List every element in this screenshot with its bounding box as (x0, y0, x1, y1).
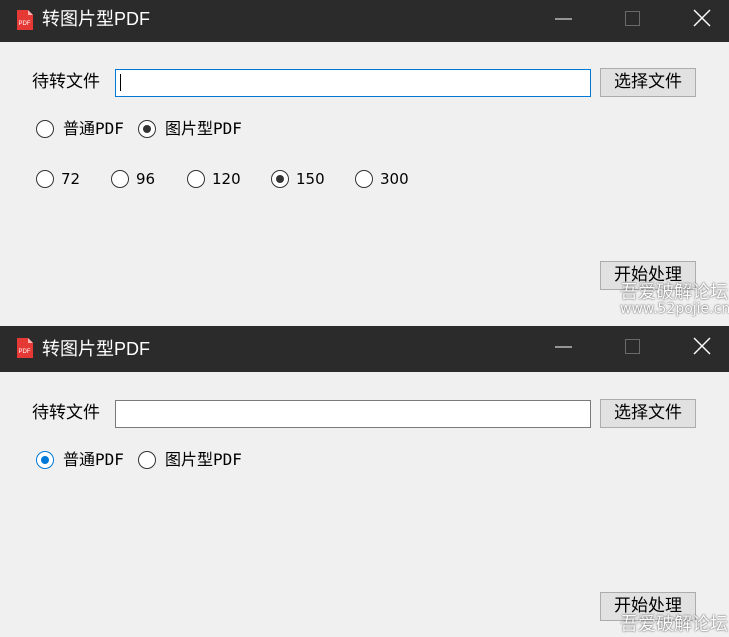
radio-label: 图片型PDF (165, 450, 242, 469)
svg-text:PDF: PDF (19, 349, 31, 355)
minimize-button[interactable] (534, 326, 594, 372)
radio-circle (36, 120, 54, 138)
maximize-icon (625, 11, 640, 26)
title-bar[interactable]: PDF 转图片型PDF (0, 0, 729, 42)
pdf-file-icon: PDF (17, 338, 33, 358)
app-window-image-mode: PDF 转图片型PDF 待转文件 选择文件 普通PDF 图片型PDF 72 96… (0, 0, 729, 326)
radio-label: 150 (296, 170, 325, 188)
close-button[interactable] (672, 326, 729, 372)
radio-dot (41, 456, 49, 464)
watermark-title: 吾爱破解论坛 (620, 614, 728, 635)
file-path-input[interactable] (115, 69, 591, 97)
radio-circle (355, 170, 373, 188)
radio-circle (187, 170, 205, 188)
radio-label: 300 (380, 170, 409, 188)
file-label: 待转文件 (32, 403, 100, 423)
text-caret (120, 74, 121, 91)
radio-dot (276, 175, 284, 183)
minimize-button[interactable] (534, 0, 594, 42)
svg-text:PDF: PDF (19, 21, 31, 27)
radio-dot (143, 125, 151, 133)
radio-label: 普通PDF (63, 450, 124, 469)
close-icon (693, 337, 711, 355)
radio-label: 图片型PDF (165, 119, 242, 138)
minimize-icon (555, 18, 572, 20)
watermark-url: www.52pojie.cn (620, 301, 729, 317)
maximize-icon (625, 339, 640, 354)
file-label: 待转文件 (32, 72, 100, 92)
window-title: 转图片型PDF (42, 339, 150, 359)
choose-file-button[interactable]: 选择文件 (600, 68, 696, 97)
maximize-button[interactable] (602, 0, 662, 42)
title-bar[interactable]: PDF 转图片型PDF (0, 326, 729, 372)
radio-label: 普通PDF (63, 119, 124, 138)
radio-circle (111, 170, 129, 188)
radio-circle (138, 120, 156, 138)
radio-label: 72 (61, 170, 81, 188)
maximize-button[interactable] (602, 326, 662, 372)
app-window-normal-mode: PDF 转图片型PDF 待转文件 选择文件 普通PDF 图片型PDF 开始处理 … (0, 326, 729, 637)
choose-file-button[interactable]: 选择文件 (600, 399, 696, 428)
file-path-input[interactable] (115, 400, 591, 428)
close-button[interactable] (672, 0, 729, 42)
radio-circle (138, 451, 156, 469)
window-title: 转图片型PDF (42, 9, 150, 29)
radio-label: 120 (212, 170, 241, 188)
minimize-icon (555, 346, 572, 348)
radio-circle (36, 170, 54, 188)
radio-circle (36, 451, 54, 469)
radio-circle (271, 170, 289, 188)
close-icon (693, 9, 711, 27)
pdf-file-icon: PDF (17, 10, 33, 30)
radio-label: 96 (136, 170, 156, 188)
